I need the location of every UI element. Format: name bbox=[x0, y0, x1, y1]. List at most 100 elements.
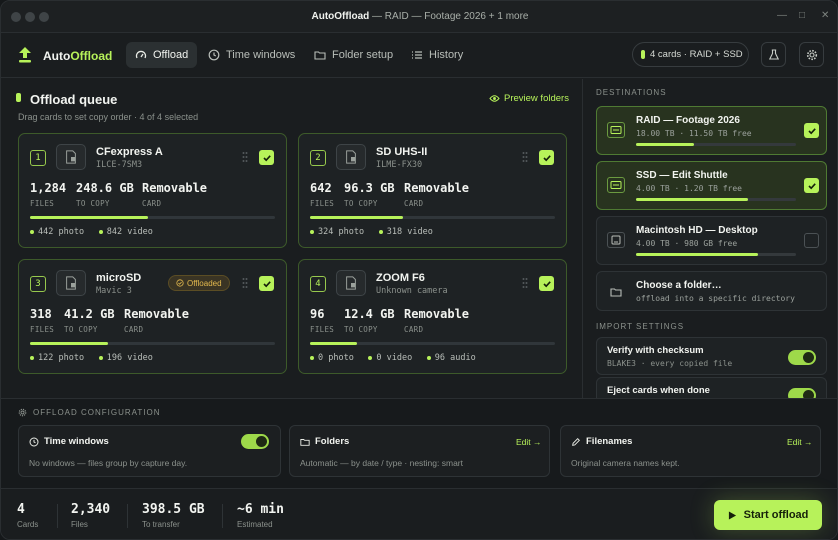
card-type-label: CARD bbox=[124, 325, 144, 334]
card-item[interactable]: 4 ZOOM F6 Unknown camera 96 FILES 12.4 GB TO C… bbox=[298, 259, 567, 374]
setting-name: Verify with checksum bbox=[607, 345, 704, 356]
folders-edit-link[interactable]: Edit → bbox=[516, 437, 542, 447]
check-circle-icon bbox=[176, 279, 184, 287]
destination-item[interactable]: SSD — Edit Shuttle 4.00 TB · 1.20 TB free bbox=[596, 161, 827, 210]
destination-item[interactable]: Macintosh HD — Desktop 4.00 TB · 980 GB f… bbox=[596, 216, 827, 265]
destination-item[interactable]: RAID — Footage 2026 18.00 TB · 11.50 TB f… bbox=[596, 106, 827, 155]
card-files-label: FILES bbox=[30, 325, 55, 334]
tab-offload[interactable]: Offload bbox=[126, 42, 198, 68]
card-legend-item: 442 photo bbox=[30, 227, 84, 237]
card-size-value: 41.2 GB bbox=[64, 307, 115, 321]
destination-checkbox[interactable] bbox=[804, 123, 819, 138]
card-legend-item: 196 video bbox=[98, 353, 153, 363]
card-progress-fill bbox=[310, 342, 357, 345]
legend-dot bbox=[368, 356, 373, 360]
window-title: AutoOffload — RAID — Footage 2026 + 1 mo… bbox=[311, 11, 529, 22]
tab-folder-setup[interactable]: Folder setup bbox=[305, 42, 402, 68]
verify-toggle[interactable] bbox=[788, 350, 816, 365]
play-icon bbox=[728, 510, 736, 520]
tab-label: Folder setup bbox=[332, 49, 394, 61]
summary-divider bbox=[57, 504, 58, 528]
card-select-checkbox[interactable] bbox=[259, 150, 274, 165]
minimize-button[interactable]: — bbox=[777, 10, 787, 21]
folders-box: Folders Edit → Automatic — by date / typ… bbox=[289, 425, 550, 477]
destination-detail: 4.00 TB · 1.20 TB free bbox=[636, 184, 742, 193]
drive-icon bbox=[610, 126, 622, 134]
destination-item[interactable]: Choose a folder… offload into a specific … bbox=[596, 271, 827, 311]
card-files-value: 1,284 bbox=[30, 181, 67, 195]
card-select-checkbox[interactable] bbox=[259, 276, 274, 291]
card-progress-bar bbox=[310, 216, 555, 219]
flask-icon bbox=[768, 48, 779, 60]
card-size-value: 12.4 GB bbox=[344, 307, 395, 321]
status-pill[interactable]: 4 cards · RAID + SSD bbox=[632, 42, 749, 67]
app-window: AutoOffload — RAID — Footage 2026 + 1 mo… bbox=[0, 0, 838, 540]
card-type-value: Removable bbox=[404, 307, 470, 321]
card-legend-item: 318 video bbox=[378, 227, 433, 237]
destination-usage-fill bbox=[636, 143, 694, 146]
card-order-number: 3 bbox=[30, 276, 46, 292]
legend-text: 96 audio bbox=[434, 353, 476, 363]
card-files-value: 318 bbox=[30, 307, 52, 321]
toggle-knob bbox=[803, 352, 814, 363]
legend-text: 196 video bbox=[106, 353, 153, 363]
card-size-value: 248.6 GB bbox=[76, 181, 134, 195]
legend-text: 324 photo bbox=[318, 227, 365, 237]
card-legend-item: 0 photo bbox=[310, 353, 354, 363]
clock-icon bbox=[29, 436, 39, 447]
tab-time-windows[interactable]: Time windows bbox=[199, 42, 304, 68]
folders-label: Folders bbox=[315, 436, 350, 447]
status-text: 4 cards · RAID + SSD bbox=[650, 49, 743, 60]
card-legend-item: 324 photo bbox=[310, 227, 364, 237]
time-windows-toggle[interactable] bbox=[241, 434, 269, 449]
summary-divider bbox=[127, 504, 128, 528]
flask-button[interactable] bbox=[761, 42, 786, 67]
destination-name: Choose a folder… bbox=[636, 280, 722, 291]
card-files-value: 642 bbox=[310, 181, 332, 195]
legend-text: 842 video bbox=[106, 227, 153, 237]
card-order-number: 1 bbox=[30, 150, 46, 166]
folder-icon bbox=[300, 438, 310, 446]
time-windows-desc: No windows — files group by capture day. bbox=[29, 458, 188, 468]
destination-detail: 4.00 TB · 980 GB free bbox=[636, 239, 738, 248]
legend-dot bbox=[98, 356, 103, 360]
tab-history[interactable]: History bbox=[402, 42, 472, 68]
settings-button[interactable] bbox=[799, 42, 824, 67]
close-button[interactable]: ✕ bbox=[821, 10, 829, 21]
card-select-checkbox[interactable] bbox=[539, 276, 554, 291]
drag-handle-icon[interactable] bbox=[522, 151, 528, 163]
drag-handle-icon[interactable] bbox=[522, 277, 528, 289]
card-type-label: CARD bbox=[404, 199, 424, 208]
card-camera-model: ILME-FX30 bbox=[376, 160, 423, 170]
card-type-value: Removable bbox=[142, 181, 208, 195]
maximize-button[interactable]: □ bbox=[799, 10, 805, 21]
summary-files-label: Files bbox=[71, 520, 88, 529]
laptop-icon bbox=[611, 235, 621, 245]
sd-card-icon bbox=[56, 270, 86, 296]
preview-folders-link[interactable]: Preview folders bbox=[489, 93, 569, 104]
card-files-label: FILES bbox=[30, 199, 55, 208]
legend-text: 442 photo bbox=[38, 227, 85, 237]
card-name: SD UHS-II bbox=[376, 146, 428, 158]
brand-name: AutoOffload bbox=[43, 49, 113, 63]
filenames-edit-link[interactable]: Edit → bbox=[787, 437, 813, 447]
sd-card-icon bbox=[56, 144, 86, 170]
sd-card-icon bbox=[336, 144, 366, 170]
card-size-label: TO COPY bbox=[64, 325, 98, 334]
card-item[interactable]: 3 microSD Mavic 3 Offloaded 318 FILES 41.2 GB T… bbox=[18, 259, 287, 374]
start-offload-label: Start offload bbox=[743, 509, 809, 521]
destination-checkbox[interactable] bbox=[804, 178, 819, 193]
queue-title: Offload queue bbox=[30, 92, 118, 107]
destination-checkbox[interactable] bbox=[804, 233, 819, 248]
queue-subtitle: Drag cards to set copy order · 4 of 4 se… bbox=[18, 112, 199, 122]
setting-name: Eject cards when done bbox=[607, 385, 710, 396]
legend-text: 0 photo bbox=[318, 353, 354, 363]
start-offload-button[interactable]: Start offload bbox=[714, 500, 822, 530]
summary-size-label: To transfer bbox=[142, 520, 180, 529]
drag-handle-icon[interactable] bbox=[242, 277, 248, 289]
card-item[interactable]: 2 SD UHS-II ILME-FX30 642 FILES 96.3 GB TO COP… bbox=[298, 133, 567, 248]
card-name: CFexpress A bbox=[96, 146, 163, 158]
card-select-checkbox[interactable] bbox=[539, 150, 554, 165]
card-item[interactable]: 1 CFexpress A ILCE-7SM3 1,284 FILES 248.6 GB T… bbox=[18, 133, 287, 248]
drag-handle-icon[interactable] bbox=[242, 151, 248, 163]
